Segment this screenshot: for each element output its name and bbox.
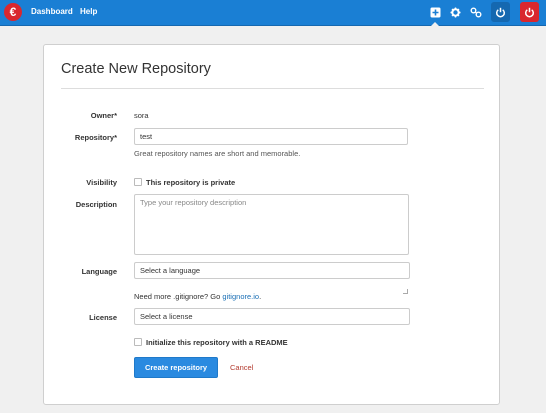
- nav-dashboard-link[interactable]: Dashboard: [31, 7, 73, 16]
- new-repository-icon[interactable]: [428, 5, 442, 19]
- description-label: Description: [75, 200, 117, 209]
- readme-checkbox-label[interactable]: Initialize this repository with a README: [146, 338, 288, 347]
- create-repository-panel: Create New Repository Owner* sora Reposi…: [43, 44, 500, 405]
- language-select[interactable]: Select a language: [134, 262, 410, 279]
- network-icon[interactable]: [469, 5, 483, 19]
- title-divider: [61, 88, 484, 89]
- license-label: License: [89, 313, 117, 322]
- owner-label: Owner*: [90, 111, 117, 120]
- repository-name-input[interactable]: [134, 128, 408, 145]
- cancel-link[interactable]: Cancel: [230, 363, 253, 372]
- textarea-resize-handle[interactable]: [403, 289, 408, 294]
- logout-power-icon[interactable]: [520, 2, 539, 22]
- repository-label: Repository*: [74, 133, 117, 142]
- private-checkbox-label[interactable]: This repository is private: [146, 178, 235, 187]
- active-tab-marker: [431, 22, 439, 26]
- gitignore-hint: Need more .gitignore? Go gitignore.io.: [134, 292, 262, 301]
- create-repository-button[interactable]: Create repository: [134, 357, 218, 378]
- description-textarea[interactable]: [134, 194, 409, 255]
- private-checkbox[interactable]: [134, 178, 142, 186]
- readme-checkbox[interactable]: [134, 338, 142, 346]
- license-select[interactable]: Select a license: [134, 308, 410, 325]
- power-icon[interactable]: [491, 2, 510, 22]
- repository-help-text: Great repository names are short and mem…: [134, 149, 301, 158]
- top-navbar: € Dashboard Help: [0, 0, 546, 26]
- settings-icon[interactable]: [448, 5, 462, 19]
- gitignore-io-link[interactable]: gitignore.io: [222, 292, 259, 301]
- nav-help-link[interactable]: Help: [80, 7, 97, 16]
- app-logo[interactable]: €: [4, 3, 22, 21]
- page-title: Create New Repository: [61, 61, 211, 77]
- language-label: Language: [81, 267, 117, 276]
- owner-value: sora: [134, 111, 149, 120]
- visibility-label: Visibility: [86, 178, 117, 187]
